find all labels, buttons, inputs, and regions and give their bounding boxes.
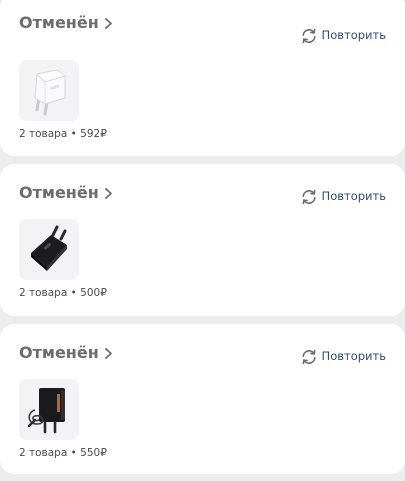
repeat-order-button[interactable]: Повторить	[300, 188, 386, 206]
order-summary: 2 товара • 592₽	[19, 128, 107, 140]
repeat-label: Повторить	[321, 349, 386, 364]
repeat-label: Повторить	[321, 189, 386, 204]
refresh-icon	[301, 28, 316, 44]
order-status-link[interactable]: Отменён	[19, 345, 112, 361]
chevron-right-icon	[104, 187, 112, 199]
black-charger-cable-image	[27, 387, 65, 433]
product-thumbnail[interactable]	[19, 219, 79, 280]
order-status-link[interactable]: Отменён	[19, 15, 112, 31]
chevron-right-icon	[104, 347, 112, 359]
order-summary: 2 товара • 500₽	[19, 287, 107, 299]
refresh-icon	[301, 349, 316, 365]
black-charger-image	[31, 225, 67, 271]
order-summary: 2 товара • 550₽	[19, 447, 107, 459]
repeat-order-button[interactable]: Повторить	[300, 348, 386, 366]
order-status-link[interactable]: Отменён	[19, 185, 112, 201]
refresh-icon	[301, 189, 316, 205]
order-status-label: Отменён	[19, 343, 99, 362]
repeat-order-button[interactable]: Повторить	[300, 27, 386, 45]
product-thumbnail[interactable]	[19, 60, 79, 121]
order-card[interactable]: Отменён Повторить 2 товара • 550₽	[0, 324, 405, 474]
product-thumbnail[interactable]	[19, 379, 79, 440]
repeat-label: Повторить	[321, 28, 386, 43]
order-status-label: Отменён	[19, 183, 99, 202]
white-charger-image	[34, 68, 67, 115]
order-card[interactable]: Отменён Повторить 2 товара • 500₽	[0, 164, 405, 316]
order-status-label: Отменён	[19, 13, 99, 32]
order-card[interactable]: Отменён Повторить 2 товара • 592₽	[0, 0, 405, 156]
chevron-right-icon	[104, 17, 112, 29]
